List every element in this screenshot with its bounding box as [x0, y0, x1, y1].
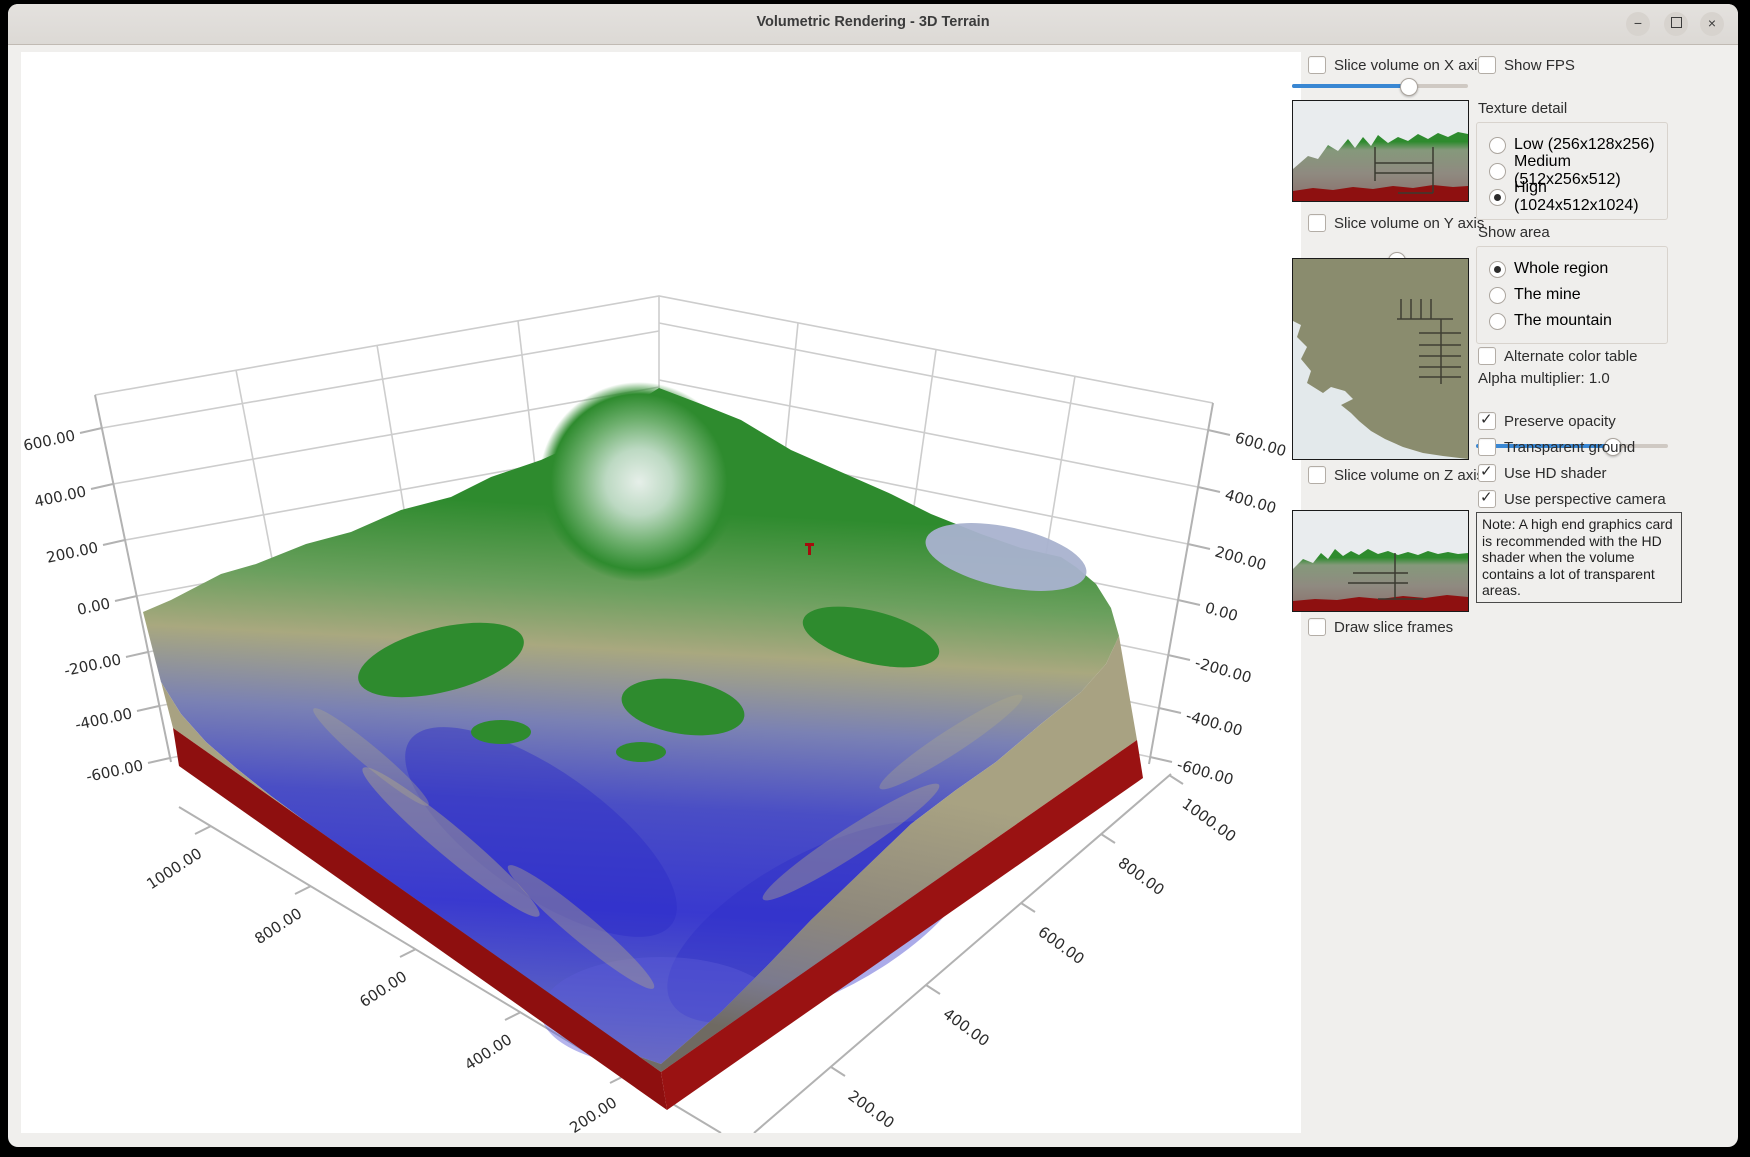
svg-text:200.00: 200.00 [45, 538, 100, 567]
checkbox-box: ✓ [1478, 56, 1496, 74]
svg-text:200.00: 200.00 [845, 1087, 898, 1132]
radio-circle [1489, 287, 1506, 304]
checkbox-box: ✓ [1308, 618, 1326, 636]
hd-shader-note: Note: A high end graphics card is recomm… [1476, 512, 1682, 603]
svg-text:-600.00: -600.00 [84, 756, 144, 786]
svg-text:600.00: 600.00 [1233, 429, 1288, 461]
slice-x-slider[interactable] [1292, 78, 1468, 94]
terrain-volume [143, 382, 1143, 1110]
svg-text:200.00: 200.00 [1213, 543, 1268, 575]
use-perspective-camera-checkbox[interactable]: ✓ Use perspective camera [1478, 490, 1666, 508]
preserve-opacity-checkbox[interactable]: ✓ Preserve opacity [1478, 412, 1616, 430]
alternate-color-table-checkbox[interactable]: ✓ Alternate color table [1478, 347, 1637, 365]
radio-circle [1489, 137, 1506, 154]
title-bar[interactable]: Volumetric Rendering - 3D Terrain − × [8, 4, 1738, 45]
svg-text:600.00: 600.00 [1035, 923, 1088, 968]
svg-text:400.00: 400.00 [940, 1005, 993, 1050]
svg-text:-400.00: -400.00 [73, 704, 133, 734]
x-slice-preview-image [1292, 100, 1469, 202]
svg-text:-200.00: -200.00 [62, 650, 122, 680]
radio-whole-region[interactable]: Whole region [1489, 259, 1667, 279]
checkbox-box: ✓ [1478, 438, 1496, 456]
svg-text:1000.00: 1000.00 [1179, 795, 1240, 846]
svg-text:400.00: 400.00 [33, 482, 88, 511]
svg-text:-200.00: -200.00 [1193, 654, 1254, 687]
draw-slice-frames-checkbox[interactable]: ✓ Draw slice frames [1308, 618, 1453, 636]
svg-text:1000.00: 1000.00 [143, 844, 205, 893]
svg-text:200.00: 200.00 [566, 1093, 620, 1133]
slice-x-checkbox[interactable]: ✓ Slice volume on X axis [1308, 56, 1485, 74]
radio-circle [1489, 163, 1506, 180]
terrain-plot: 600.00 400.00 200.00 0.00 -200.00 -400.0… [21, 52, 1301, 1133]
radio-texture-medium[interactable]: Medium (512x256x512) [1489, 161, 1667, 181]
radio-texture-low[interactable]: Low (256x128x256) [1489, 135, 1667, 155]
radio-the-mountain[interactable]: The mountain [1489, 311, 1667, 331]
checkbox-box: ✓ [1478, 412, 1496, 430]
checkbox-box: ✓ [1308, 214, 1326, 232]
svg-text:800.00: 800.00 [1115, 854, 1168, 899]
svg-text:-400.00: -400.00 [1184, 707, 1245, 740]
svg-text:0.00: 0.00 [75, 594, 111, 619]
window-title: Volumetric Rendering - 3D Terrain [8, 14, 1738, 30]
svg-text:-600.00: -600.00 [1175, 756, 1236, 789]
svg-text:400.00: 400.00 [461, 1030, 515, 1074]
z-slice-preview-image [1292, 510, 1469, 612]
show-fps-checkbox[interactable]: ✓ Show FPS [1478, 56, 1575, 74]
transparent-ground-checkbox[interactable]: ✓ Transparent ground [1478, 438, 1635, 456]
slice-y-checkbox[interactable]: ✓ Slice volume on Y axis [1308, 214, 1484, 232]
alpha-multiplier-label: Alpha multiplier: 1.0 [1478, 370, 1610, 387]
radio-circle [1489, 261, 1506, 278]
checkbox-box: ✓ [1308, 56, 1326, 74]
radio-circle [1489, 313, 1506, 330]
app-window: Volumetric Rendering - 3D Terrain − × [8, 4, 1738, 1147]
show-area-title: Show area [1478, 224, 1550, 241]
svg-text:800.00: 800.00 [251, 904, 305, 948]
checkbox-box: ✓ [1478, 464, 1496, 482]
checkbox-box: ✓ [1478, 347, 1496, 365]
slice-z-checkbox[interactable]: ✓ Slice volume on Z axis [1308, 466, 1484, 484]
svg-text:600.00: 600.00 [22, 426, 77, 455]
svg-text:0.00: 0.00 [1203, 599, 1240, 626]
y-slice-preview-image [1292, 258, 1469, 460]
radio-texture-high[interactable]: High (1024x512x1024) [1489, 187, 1667, 207]
mountain-peak [539, 382, 739, 582]
show-area-group: Whole region The mine The mountain [1476, 246, 1668, 344]
checkbox-box: ✓ [1308, 466, 1326, 484]
maximize-icon [1671, 17, 1682, 28]
radio-circle [1489, 189, 1506, 206]
maximize-button[interactable] [1664, 12, 1688, 36]
minimize-button[interactable]: − [1626, 12, 1650, 36]
slider-handle[interactable] [1400, 78, 1418, 96]
close-button[interactable]: × [1700, 12, 1724, 36]
texture-detail-group: Low (256x128x256) Medium (512x256x512) H… [1476, 122, 1668, 220]
svg-text:600.00: 600.00 [356, 967, 410, 1011]
3d-viewport[interactable]: 600.00 400.00 200.00 0.00 -200.00 -400.0… [21, 52, 1301, 1133]
checkbox-box: ✓ [1478, 490, 1496, 508]
use-hd-shader-checkbox[interactable]: ✓ Use HD shader [1478, 464, 1607, 482]
svg-text:400.00: 400.00 [1223, 486, 1278, 518]
texture-detail-title: Texture detail [1478, 100, 1567, 117]
radio-the-mine[interactable]: The mine [1489, 285, 1667, 305]
